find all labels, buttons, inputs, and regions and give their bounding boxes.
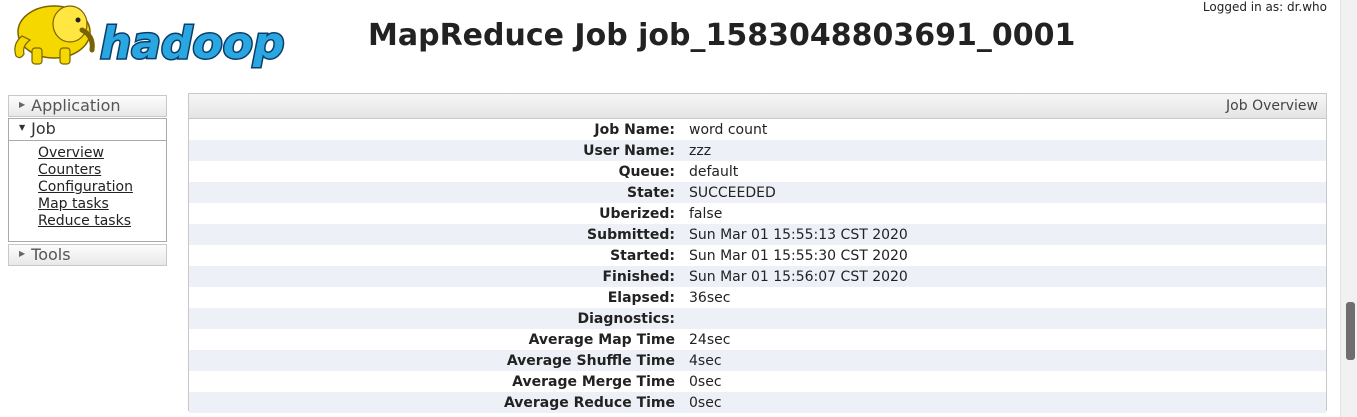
job-overview-table: Job Name: word count User Name: zzz Queue:… xyxy=(189,119,1326,413)
table-row: Submitted: Sun Mar 01 15:55:13 CST 2020 xyxy=(189,224,1326,245)
table-row: Started: Sun Mar 01 15:55:30 CST 2020 xyxy=(189,245,1326,266)
logo-wordmark: hadoop xyxy=(100,18,284,69)
table-row: State: SUCCEEDED xyxy=(189,182,1326,203)
nav-tools-label: Tools xyxy=(31,245,71,264)
nav-tools-header[interactable]: ▶ Tools xyxy=(8,244,167,266)
nav-link-overview[interactable]: Overview xyxy=(38,145,166,162)
nav-application-header[interactable]: ▶ Application xyxy=(8,95,167,117)
row-value: 4sec xyxy=(689,352,722,369)
row-label: Queue: xyxy=(618,163,675,180)
chevron-right-icon: ▶ xyxy=(19,99,26,109)
row-label: Average Merge Time xyxy=(512,373,675,390)
row-value: 0sec xyxy=(689,373,722,390)
table-row: Average Map Time 24sec xyxy=(189,329,1326,350)
row-label: Submitted: xyxy=(587,226,675,243)
job-overview-panel: Job Overview Job Name: word count User Na… xyxy=(188,93,1327,413)
row-label: Finished: xyxy=(602,268,675,285)
table-row: Diagnostics: xyxy=(189,308,1326,329)
chevron-down-icon: ▼ xyxy=(19,122,26,132)
table-row: Average Shuffle Time 4sec xyxy=(189,350,1326,371)
table-row: Queue: default xyxy=(189,161,1326,182)
nav-link-counters[interactable]: Counters xyxy=(38,162,166,179)
nav-link-map-tasks[interactable]: Map tasks xyxy=(38,196,166,213)
row-label: Diagnostics: xyxy=(577,310,675,327)
nav-job-label: Job xyxy=(31,119,56,138)
row-label: Average Map Time xyxy=(528,331,675,348)
hadoop-elephant-icon: hadoop xyxy=(14,5,286,71)
nav-job-header[interactable]: ▼ Job xyxy=(9,119,166,141)
row-value: default xyxy=(689,163,739,180)
row-label: Average Shuffle Time xyxy=(506,352,675,369)
row-value xyxy=(689,308,1326,329)
job-overview-header: Job Overview xyxy=(189,94,1326,119)
table-row: Job Name: word count xyxy=(189,119,1326,140)
nav-application-label: Application xyxy=(31,96,121,115)
table-row: Average Merge Time 0sec xyxy=(189,371,1326,392)
row-value: SUCCEEDED xyxy=(689,184,776,201)
row-value: Sun Mar 01 15:55:30 CST 2020 xyxy=(689,247,908,264)
login-status: Logged in as: dr.who xyxy=(1202,0,1327,14)
page-title: MapReduce Job job_1583048803691_0001 xyxy=(368,18,1076,53)
table-row: Elapsed: 36sec xyxy=(189,287,1326,308)
row-label: Job Name: xyxy=(594,121,675,138)
chevron-right-icon: ▶ xyxy=(19,248,26,258)
row-value: 24sec xyxy=(689,331,731,348)
row-value: false xyxy=(689,205,723,222)
table-row: Average Reduce Time 0sec xyxy=(189,392,1326,413)
row-label: Uberized: xyxy=(599,205,675,222)
page: hadoop MapReduce Job job_1583048803691_0… xyxy=(0,0,1357,417)
nav-link-configuration[interactable]: Configuration xyxy=(38,179,166,196)
row-value: 0sec xyxy=(689,394,722,411)
row-value: Sun Mar 01 15:55:13 CST 2020 xyxy=(689,226,908,243)
row-value: Sun Mar 01 15:56:07 CST 2020 xyxy=(689,268,908,285)
row-label: State: xyxy=(626,184,675,201)
row-label: User Name: xyxy=(583,142,675,159)
row-label: Elapsed: xyxy=(607,289,675,306)
row-value: word count xyxy=(689,121,768,138)
table-row: Uberized: false xyxy=(189,203,1326,224)
row-label: Average Reduce Time xyxy=(503,394,675,411)
nav-link-reduce-tasks[interactable]: Reduce tasks xyxy=(38,213,166,230)
nav-job-links: Overview Counters Configuration Map task… xyxy=(9,141,166,230)
table-row: Finished: Sun Mar 01 15:56:07 CST 2020 xyxy=(189,266,1326,287)
row-value: zzz xyxy=(689,142,712,159)
vertical-scrollbar[interactable] xyxy=(1340,0,1357,417)
table-row: User Name: zzz xyxy=(189,140,1326,161)
row-value: 36sec xyxy=(689,289,731,306)
hadoop-logo[interactable]: hadoop xyxy=(8,0,310,72)
row-label: Started: xyxy=(610,247,675,264)
scrollbar-thumb[interactable] xyxy=(1346,302,1355,360)
nav-job-section: ▼ Job Overview Counters Configuration Map… xyxy=(8,118,167,242)
